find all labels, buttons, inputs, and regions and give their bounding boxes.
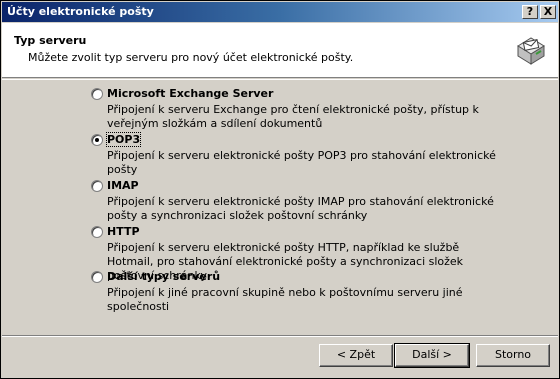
mail-server-icon [517, 37, 545, 65]
option-description: Připojení k serveru elektronické pošty I… [107, 195, 494, 222]
option-description: Připojení k serveru elektronické pošty P… [107, 149, 496, 176]
back-button[interactable]: < Zpět [319, 344, 393, 367]
option-label: HTTP [107, 225, 140, 238]
page-subtitle: Můžete zvolit typ serveru pro nový účet … [28, 51, 354, 64]
dialog-window: Účty elektronické pošty ? X Typ serveru … [0, 0, 560, 379]
option-description: Připojení k serveru Exchange pro čtení e… [107, 103, 479, 130]
radio-other[interactable] [91, 271, 103, 283]
radio-http[interactable] [91, 226, 103, 238]
radio-imap[interactable] [91, 180, 103, 192]
help-button[interactable]: ? [522, 5, 538, 19]
option-label: IMAP [107, 179, 139, 192]
wizard-header: Typ serveru Můžete zvolit typ serveru pr… [2, 23, 558, 78]
option-description: Připojení k jiné pracovní skupině nebo k… [107, 286, 463, 313]
option-label: Další typy serverů [107, 270, 221, 283]
window-title: Účty elektronické pošty [7, 5, 154, 18]
page-title: Typ serveru [14, 34, 87, 47]
radio-exchange[interactable] [91, 88, 103, 100]
title-bar[interactable]: Účty elektronické pošty ? X [2, 2, 558, 22]
cancel-button[interactable]: Storno [476, 344, 550, 367]
close-button[interactable]: X [540, 5, 556, 19]
radio-pop3[interactable] [91, 134, 103, 146]
next-button[interactable]: Další > [394, 343, 470, 368]
option-label: Microsoft Exchange Server [107, 87, 274, 100]
option-label: POP3 [105, 132, 142, 147]
